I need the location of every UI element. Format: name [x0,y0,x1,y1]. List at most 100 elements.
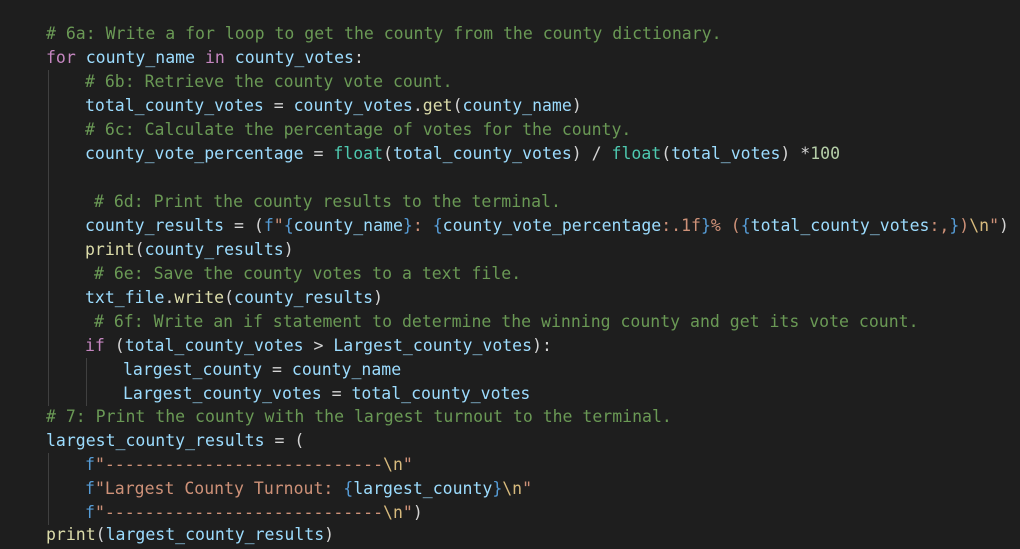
fstring-prefix: f [85,479,95,498]
variable: total_county_votes [351,384,531,403]
punctuation: ( [452,96,463,115]
string: ) [959,216,970,235]
punctuation: ) [571,144,582,163]
variable: county_name [293,216,403,235]
operator: = ( [224,216,264,235]
code-line-6: county_vote_percentage = float(total_cou… [85,142,840,166]
escape-sequence: \n [969,216,990,235]
builtin-function: float [333,144,384,163]
string: "---------------------------- [94,503,384,522]
brace: } [949,216,960,235]
code-line-2: for county_name in county_votes: [46,46,364,70]
builtin-function: float [611,144,662,163]
comment: # 6b: Retrieve the county vote count. [85,72,453,91]
code-line-1: # 6a: Write a for loop to get the county… [46,22,722,46]
variable: Largest_county_votes [333,336,533,355]
punctuation: ( [661,144,672,163]
variable: county_votes [234,48,354,67]
code-line-4: total_county_votes = county_votes.get(co… [85,94,582,118]
variable: txt_file [85,288,165,307]
fstring-prefix: f [85,455,95,474]
escape-sequence: \n [383,455,403,474]
variable: county_vote_percentage [85,144,304,163]
function: write [174,288,225,307]
string: " [989,216,1000,235]
punctuation: ) [999,216,1009,235]
variable: largest_county_results [46,431,265,450]
fstring-prefix: f [263,216,274,235]
keyword-in: in [195,48,235,67]
variable: total_county_votes [124,336,304,355]
variable: county_results [144,240,284,259]
code-line-17: # 7: Print the county with the largest t… [46,405,672,429]
comment: # 6d: Print the county results to the te… [94,192,561,211]
code-line-19: f"----------------------------\n" [85,453,413,477]
string: " [402,503,413,522]
escape-sequence: \n [383,503,403,522]
punctuation: . [412,96,423,115]
comment: # 6a: Write a for loop to get the county… [46,24,722,43]
keyword-if: if [85,336,105,355]
variable: largest_county [123,360,263,379]
punctuation: ( [134,240,145,259]
punctuation: ( [95,525,106,544]
code-line-5: # 6c: Calculate the percentage of votes … [85,118,631,142]
punctuation: ) [780,144,791,163]
brace: { [740,216,751,235]
string: "---------------------------- [94,455,384,474]
string: " [402,455,413,474]
variable: county_name [462,96,572,115]
number: 100 [810,144,841,163]
comment: # 6f: Write an if statement to determine… [94,312,919,331]
string: " [273,216,284,235]
operator: = [303,144,334,163]
brace: } [700,216,711,235]
variable: county_name [85,48,196,67]
code-line-13: # 6f: Write an if statement to determine… [94,310,919,334]
variable: Largest_county_votes [123,384,322,403]
punctuation: : [354,48,364,67]
format-spec: :.1f [661,216,701,235]
code-line-15: largest_county = county_name [123,358,401,382]
brace: } [402,216,413,235]
variable: county_name [291,360,402,379]
operator: > [303,336,334,355]
code-line-14: if (total_county_votes > Largest_county_… [85,334,552,358]
punctuation: ( [104,336,125,355]
code-line-20: f"Largest County Turnout: {largest_count… [85,477,532,501]
operator: = [321,384,352,403]
comment: # 6c: Calculate the percentage of votes … [85,120,632,139]
operator: = [262,360,292,379]
punctuation: ) [324,525,335,544]
variable: total_votes [671,144,781,163]
fstring-prefix: f [85,503,95,522]
variable: largest_county [353,479,493,498]
indent-guide-for-body [48,70,49,406]
code-line-22: print(largest_county_results) [46,523,334,547]
variable: county_results [234,288,374,307]
code-line-8: # 6d: Print the county results to the te… [94,190,561,214]
variable: total_county_votes [392,144,572,163]
function: get [422,96,453,115]
format-spec: :, [929,216,950,235]
function: print [46,525,96,544]
punctuation: . [164,288,175,307]
code-line-9: county_results = (f"{county_name}: {coun… [85,214,1009,238]
variable: largest_county_results [105,525,325,544]
code-line-18: largest_county_results = ( [46,429,304,453]
code-line-11: # 6e: Save the county votes to a text fi… [94,262,521,286]
indent-guide-paren [48,453,49,525]
code-line-16: Largest_county_votes = total_county_vote… [123,382,530,406]
punctuation: ( [383,144,393,163]
brace: { [283,216,294,235]
code-line-12: txt_file.write(county_results) [85,286,383,310]
punctuation: ) [571,96,582,115]
escape-sequence: \n [502,479,523,498]
string: : [412,216,433,235]
brace: { [343,479,354,498]
variable: total_county_votes [750,216,930,235]
code-editor[interactable]: # 6a: Write a for loop to get the county… [0,0,1020,549]
variable: county_votes [293,96,413,115]
string: % ( [710,216,741,235]
